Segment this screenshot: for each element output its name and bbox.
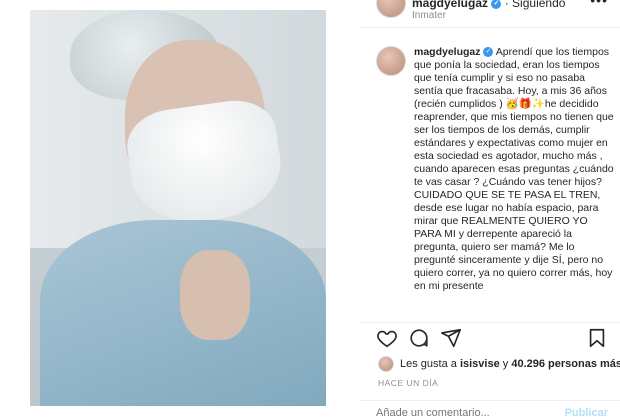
post-image-pane <box>0 0 360 420</box>
post-photo[interactable] <box>30 10 326 406</box>
action-bar <box>360 322 620 354</box>
caption-author-avatar[interactable] <box>376 46 406 76</box>
header-username[interactable]: magdyelugaz ✓ · Siguiendo <box>412 0 565 10</box>
post-header: magdyelugaz ✓ · Siguiendo Inmater ••• <box>360 0 620 28</box>
thumbs-up-hand <box>180 250 250 340</box>
share-icon[interactable] <box>440 327 462 349</box>
post-caption: magdyelugaz ✓ Aprendí que los tiempos qu… <box>414 46 614 293</box>
post-timestamp[interactable]: HACE UN DÍA <box>378 378 438 388</box>
more-options-icon[interactable]: ••• <box>590 0 608 8</box>
follow-status[interactable]: · Siguiendo <box>505 0 566 10</box>
publish-button[interactable]: Publicar <box>565 407 608 419</box>
bookmark-icon[interactable] <box>586 327 608 349</box>
comment-bar: Publicar <box>360 400 620 420</box>
author-avatar[interactable] <box>376 0 406 18</box>
likes-count[interactable]: 40.296 personas más <box>511 358 620 370</box>
caption-section: magdyelugaz ✓ Aprendí que los tiempos qu… <box>360 40 620 320</box>
verified-badge-icon: ✓ <box>491 0 502 9</box>
likes-text: Les gusta a isisvise y 40.296 personas m… <box>400 358 620 370</box>
heart-icon[interactable] <box>376 327 398 349</box>
comment-input[interactable] <box>376 407 556 419</box>
verified-badge-icon: ✓ <box>483 47 494 58</box>
caption-body: Aprendí que los tiempos que ponía la soc… <box>414 46 614 292</box>
liker-username[interactable]: isisvise <box>460 358 500 370</box>
comment-icon[interactable] <box>408 327 430 349</box>
post-location[interactable]: Inmater <box>412 10 446 21</box>
caption-username[interactable]: magdyelugaz <box>414 46 481 58</box>
liker-avatar[interactable] <box>378 356 394 372</box>
